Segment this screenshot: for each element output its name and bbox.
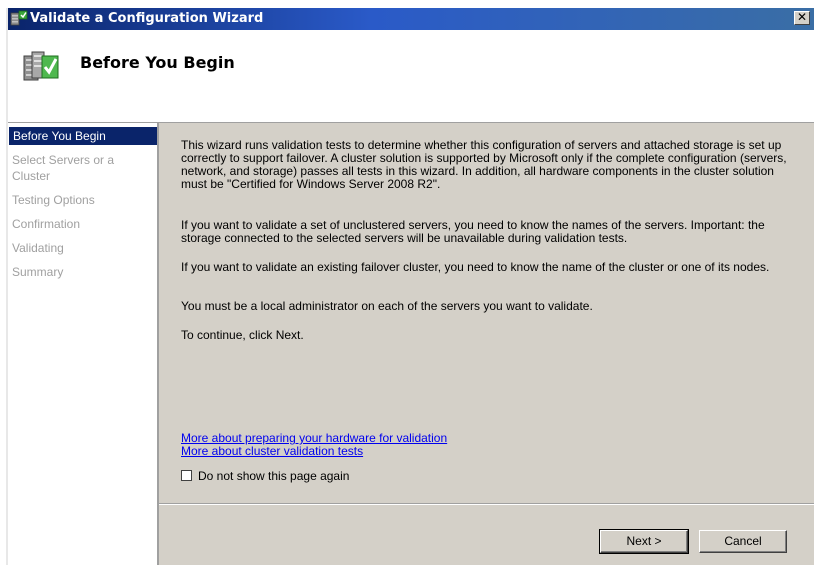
close-button[interactable]: ✕ — [794, 11, 810, 25]
nav-step-validating: Validating — [12, 241, 64, 255]
existing-cluster-paragraph: If you want to validate an existing fail… — [181, 260, 770, 274]
do-not-show-checkbox-row[interactable]: Do not show this page again — [181, 469, 349, 485]
window-title: Validate a Configuration Wizard — [30, 11, 264, 26]
background-window-fragment — [0, 0, 814, 8]
administrator-paragraph: You must be a local administrator on eac… — [181, 299, 593, 313]
page-title: Before You Begin — [80, 53, 235, 72]
title-bar[interactable]: Validate a Configuration Wizard ✕ — [8, 8, 814, 30]
nav-step-before-you-begin[interactable]: Before You Begin — [9, 127, 157, 145]
nav-step-summary: Summary — [12, 265, 64, 279]
content-panel: This wizard runs validation tests to det… — [159, 123, 814, 503]
cancel-button[interactable]: Cancel — [699, 530, 787, 553]
next-button[interactable]: Next > — [599, 529, 689, 554]
servers-checkmark-icon — [23, 51, 59, 81]
button-bar: Next > Cancel — [159, 505, 814, 565]
nav-step-select-servers: Select Servers or a Cluster — [12, 153, 115, 183]
cluster-wizard-icon — [10, 10, 28, 26]
close-icon: ✕ — [796, 10, 808, 24]
cluster-validation-tests-link[interactable]: More about cluster validation tests — [181, 445, 363, 458]
do-not-show-checkbox-label: Do not show this page again — [198, 469, 350, 483]
do-not-show-checkbox[interactable] — [181, 470, 192, 482]
intro-paragraph: This wizard runs validation tests to det… — [181, 138, 787, 191]
wizard-header: Before You Begin — [8, 30, 814, 123]
wizard-steps-nav: Before You Begin Select Servers or a Clu… — [8, 123, 159, 565]
unclustered-servers-paragraph: If you want to validate a set of unclust… — [181, 218, 765, 245]
nav-step-testing-options: Testing Options — [12, 193, 95, 207]
continue-paragraph: To continue, click Next. — [181, 328, 304, 342]
nav-step-confirmation: Confirmation — [12, 217, 81, 231]
wizard-window: Validate a Configuration Wizard ✕ Before… — [6, 8, 814, 565]
